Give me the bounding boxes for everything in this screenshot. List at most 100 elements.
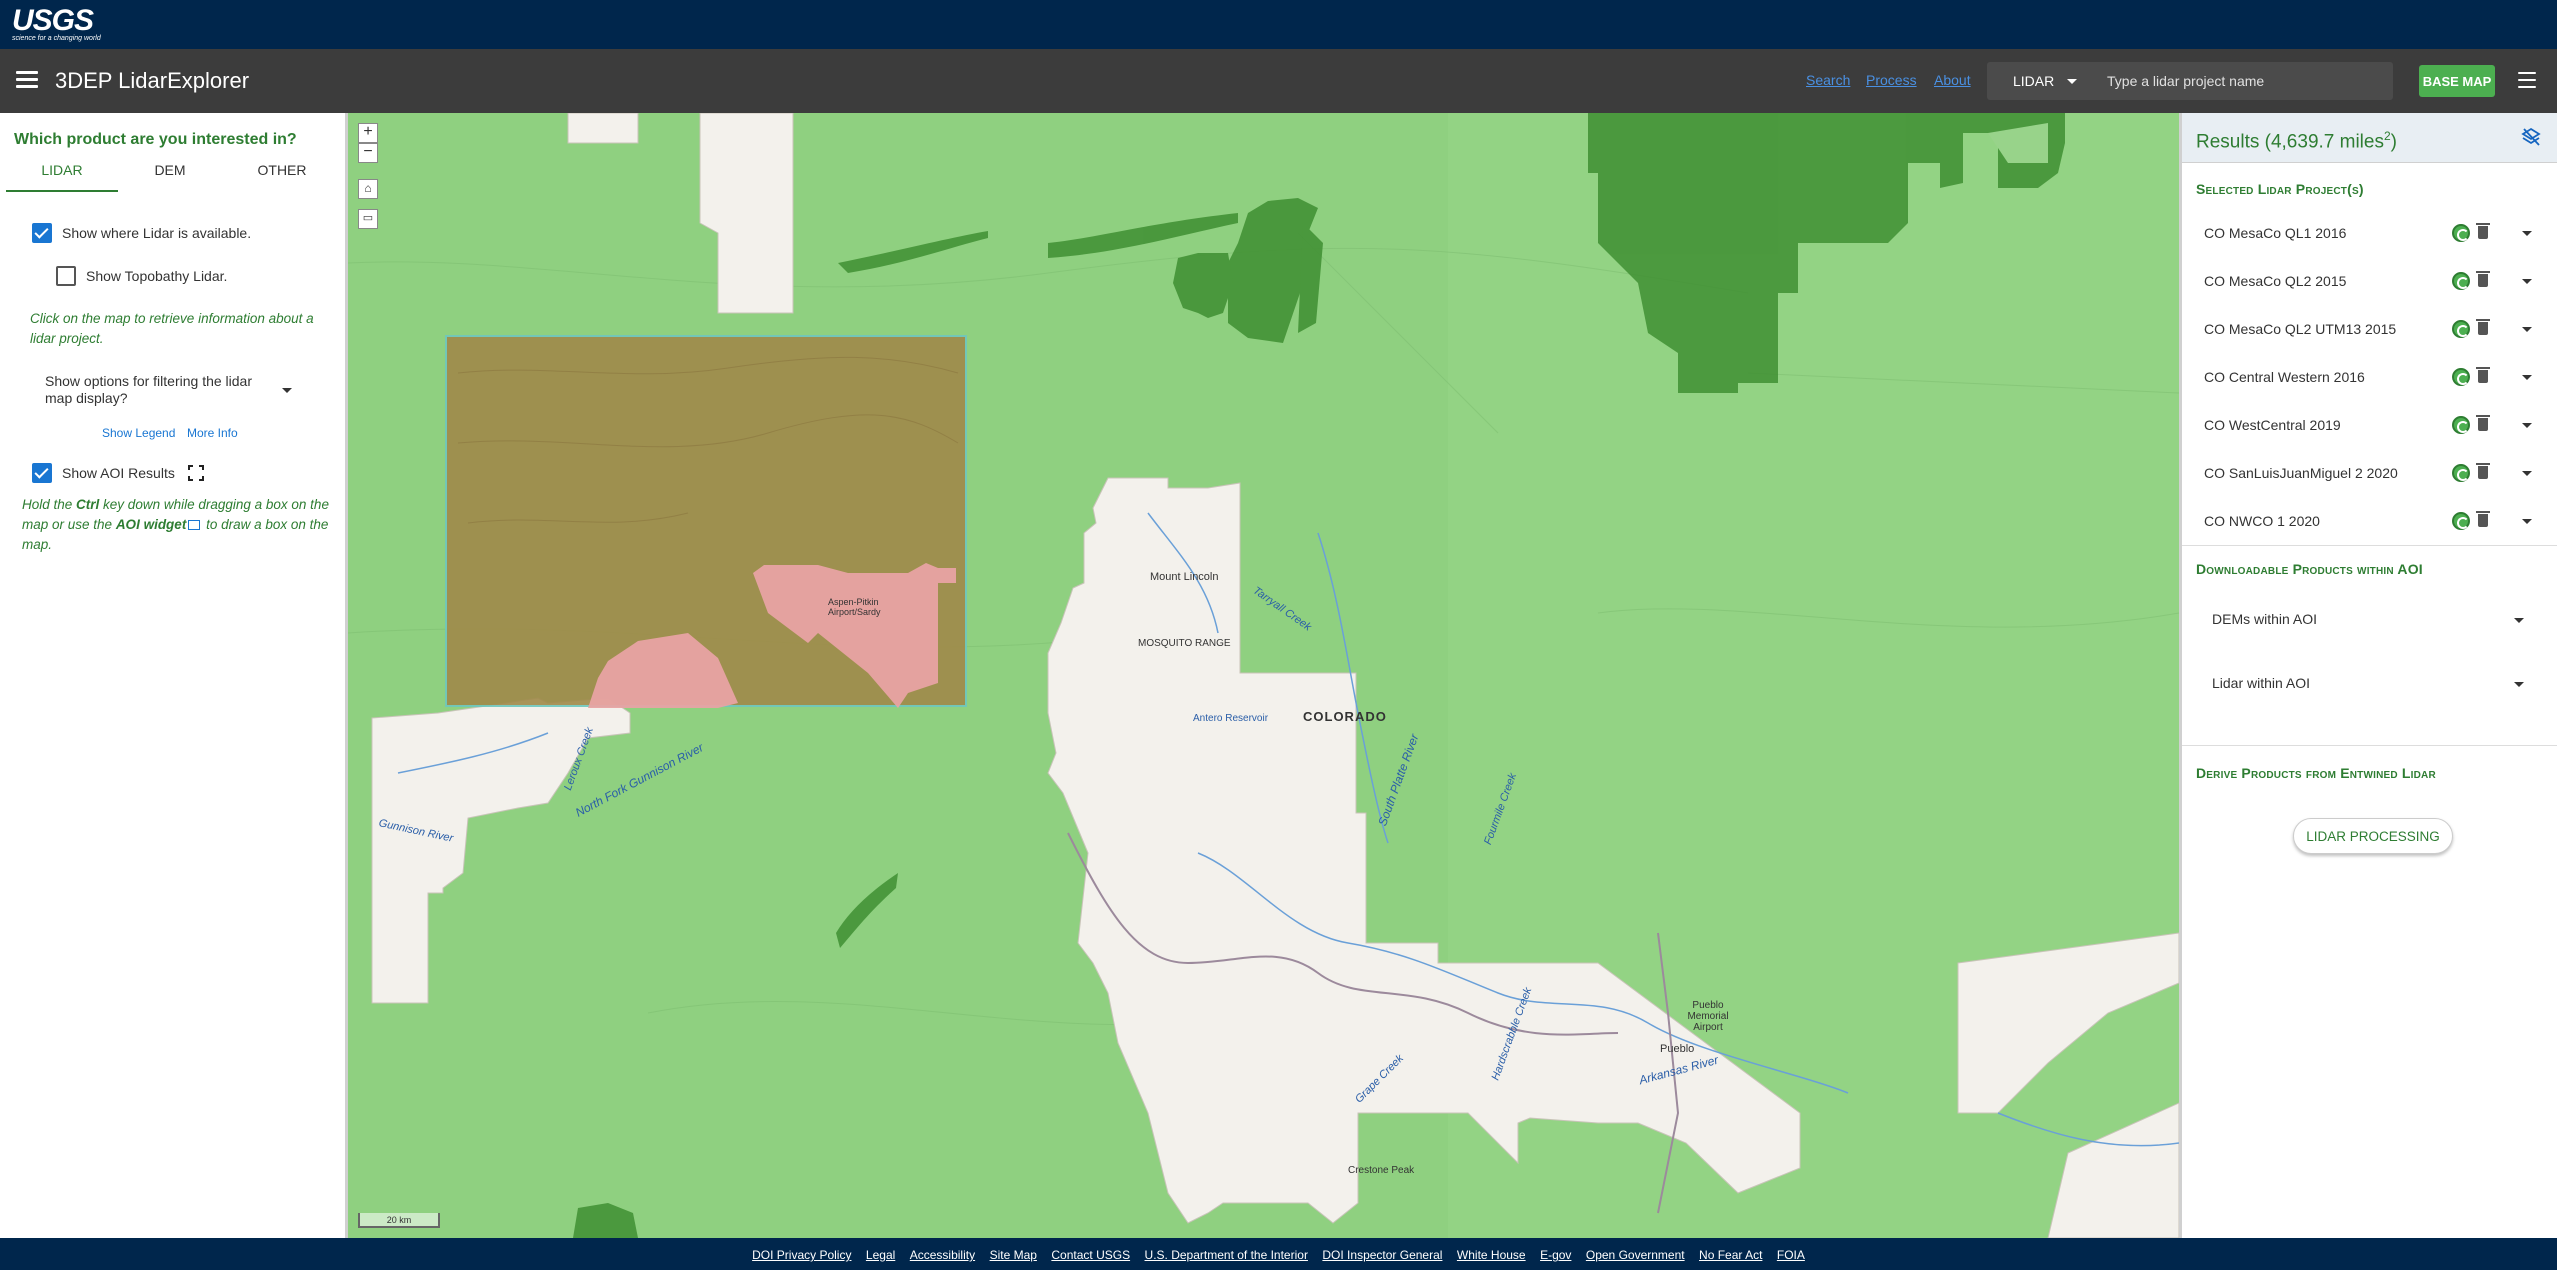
more-info-link[interactable]: More Info bbox=[187, 426, 238, 440]
project-row[interactable]: CO SanLuisJuanMiguel 2 2020 bbox=[2182, 449, 2557, 497]
footer-link-white-house[interactable]: White House bbox=[1457, 1248, 1526, 1262]
data-type-value: LIDAR bbox=[2013, 73, 2055, 89]
dems-within-aoi-label: DEMs within AOI bbox=[2212, 611, 2318, 627]
scale-bar: 20 km bbox=[358, 1213, 440, 1228]
map-label: Mount Lincoln bbox=[1150, 571, 1219, 583]
footer-link-legal[interactable]: Legal bbox=[866, 1248, 895, 1262]
results-title-close: ) bbox=[2390, 131, 2397, 153]
data-type-select[interactable]: LIDAR bbox=[1987, 62, 2087, 100]
show-aoi-checkbox[interactable] bbox=[32, 463, 52, 483]
home-icon[interactable]: ⌂ bbox=[358, 179, 378, 199]
chevron-down-icon[interactable] bbox=[2514, 682, 2524, 687]
refresh-icon[interactable] bbox=[2452, 512, 2470, 530]
divider bbox=[2182, 545, 2557, 546]
refresh-icon[interactable] bbox=[2452, 272, 2470, 290]
about-link[interactable]: About bbox=[1934, 72, 1971, 88]
map-canvas[interactable] bbox=[348, 113, 2179, 1238]
project-row[interactable]: CO MesaCo QL1 2016 bbox=[2182, 209, 2557, 257]
chevron-down-icon[interactable] bbox=[2522, 471, 2532, 476]
trash-icon[interactable] bbox=[2476, 223, 2490, 239]
zoom-out-button[interactable]: − bbox=[358, 143, 378, 163]
refresh-icon[interactable] bbox=[2452, 368, 2470, 386]
footer-link-doi[interactable]: U.S. Department of the Interior bbox=[1145, 1248, 1308, 1262]
map-label: Aspen-Pitkin Airport/Sardy bbox=[828, 597, 881, 617]
project-row[interactable]: CO WestCentral 2019 bbox=[2182, 401, 2557, 449]
project-name: CO NWCO 1 2020 bbox=[2204, 513, 2320, 529]
results-header: Results (4,639.7 miles2) bbox=[2182, 113, 2557, 163]
results-unit-exponent: 2 bbox=[2383, 129, 2391, 143]
process-link[interactable]: Process bbox=[1866, 72, 1917, 88]
search-link[interactable]: Search bbox=[1806, 72, 1850, 88]
show-topobathy-label: Show Topobathy Lidar. bbox=[86, 268, 228, 284]
trash-icon[interactable] bbox=[2476, 463, 2490, 479]
ctrl-key-text: Ctrl bbox=[76, 497, 100, 512]
chevron-down-icon[interactable] bbox=[2522, 231, 2532, 236]
project-name: CO Central Western 2016 bbox=[2204, 369, 2365, 385]
selected-projects-title: Selected Lidar Project(s) bbox=[2196, 181, 2364, 197]
footer-link-open-government[interactable]: Open Government bbox=[1586, 1248, 1685, 1262]
hamburger-icon[interactable] bbox=[16, 71, 38, 91]
aoi-note-text: Hold the bbox=[22, 497, 77, 512]
usgs-logo[interactable]: USGS science for a changing world bbox=[12, 4, 101, 43]
map-view[interactable]: COLORADO Arkansas River South Platte Riv… bbox=[348, 113, 2179, 1238]
left-panel: Which product are you interested in? LID… bbox=[0, 113, 348, 1238]
footer-link-contact[interactable]: Contact USGS bbox=[1051, 1248, 1130, 1262]
footer-link-no-fear-act[interactable]: No Fear Act bbox=[1699, 1248, 1762, 1262]
results-title-text: Results (4,639.7 miles bbox=[2196, 131, 2384, 153]
footer-link-sitemap[interactable]: Site Map bbox=[990, 1248, 1037, 1262]
refresh-icon[interactable] bbox=[2452, 464, 2470, 482]
trash-icon[interactable] bbox=[2476, 271, 2490, 287]
divider bbox=[2182, 745, 2557, 746]
fullscreen-icon[interactable] bbox=[188, 465, 204, 481]
basemap-button[interactable]: BASE MAP bbox=[2419, 65, 2495, 97]
aoi-note: Hold the Ctrl key down while dragging a … bbox=[22, 495, 332, 555]
trash-icon[interactable] bbox=[2476, 511, 2490, 527]
tab-dem[interactable]: DEM bbox=[114, 162, 226, 190]
chevron-down-icon[interactable] bbox=[2522, 327, 2532, 332]
app-title: 3DEP LidarExplorer bbox=[55, 68, 250, 93]
project-row[interactable]: CO MesaCo QL2 2015 bbox=[2182, 257, 2557, 305]
dems-within-aoi-row[interactable]: DEMs within AOI bbox=[2182, 591, 2557, 653]
zoom-in-button[interactable]: + bbox=[358, 123, 378, 143]
footer-link-egov[interactable]: E-gov bbox=[1540, 1248, 1571, 1262]
footer-link-privacy[interactable]: DOI Privacy Policy bbox=[752, 1248, 851, 1262]
usgs-logo-text: USGS bbox=[12, 4, 94, 37]
map-label: Pueblo bbox=[1660, 1043, 1695, 1055]
project-row[interactable]: CO Central Western 2016 bbox=[2182, 353, 2557, 401]
chevron-down-icon[interactable] bbox=[2522, 423, 2532, 428]
chevron-down-icon[interactable] bbox=[282, 388, 292, 393]
aoi-draw-icon[interactable]: ▭ bbox=[358, 209, 378, 229]
refresh-icon[interactable] bbox=[2452, 320, 2470, 338]
chevron-down-icon[interactable] bbox=[2522, 519, 2532, 524]
map-label: MOSQUITO RANGE bbox=[1138, 638, 1231, 649]
tab-other[interactable]: OTHER bbox=[226, 162, 338, 190]
product-question: Which product are you interested in? bbox=[14, 131, 297, 148]
aoi-widget-icon bbox=[188, 520, 201, 531]
layers-off-icon[interactable] bbox=[2521, 127, 2541, 147]
trash-icon[interactable] bbox=[2476, 415, 2490, 431]
trash-icon[interactable] bbox=[2476, 367, 2490, 383]
lidar-processing-button[interactable]: LIDAR PROCESSING bbox=[2293, 818, 2453, 854]
show-legend-link[interactable]: Show Legend bbox=[102, 426, 175, 440]
chevron-down-icon bbox=[2067, 79, 2077, 84]
usgs-logo-tagline: science for a changing world bbox=[12, 35, 101, 42]
filter-options-label[interactable]: Show options for filtering the lidar map… bbox=[45, 373, 275, 407]
lidar-within-aoi-row[interactable]: Lidar within AOI bbox=[2182, 655, 2557, 717]
refresh-icon[interactable] bbox=[2452, 416, 2470, 434]
show-topobathy-checkbox[interactable] bbox=[56, 266, 76, 286]
footer-link-inspector-general[interactable]: DOI Inspector General bbox=[1322, 1248, 1442, 1262]
chevron-down-icon[interactable] bbox=[2522, 375, 2532, 380]
menu-icon[interactable] bbox=[2518, 72, 2536, 92]
show-lidar-checkbox[interactable] bbox=[32, 223, 52, 243]
map-label: Crestone Peak bbox=[1348, 1165, 1415, 1176]
footer-link-accessibility[interactable]: Accessibility bbox=[910, 1248, 975, 1262]
footer-link-foia[interactable]: FOIA bbox=[1777, 1248, 1805, 1262]
chevron-down-icon[interactable] bbox=[2522, 279, 2532, 284]
project-search-input[interactable] bbox=[2087, 62, 2393, 100]
tab-lidar[interactable]: LIDAR bbox=[6, 162, 118, 192]
project-row[interactable]: CO MesaCo QL2 UTM13 2015 bbox=[2182, 305, 2557, 353]
project-row[interactable]: CO NWCO 1 2020 bbox=[2182, 497, 2557, 545]
chevron-down-icon[interactable] bbox=[2514, 618, 2524, 623]
trash-icon[interactable] bbox=[2476, 319, 2490, 335]
refresh-icon[interactable] bbox=[2452, 224, 2470, 242]
